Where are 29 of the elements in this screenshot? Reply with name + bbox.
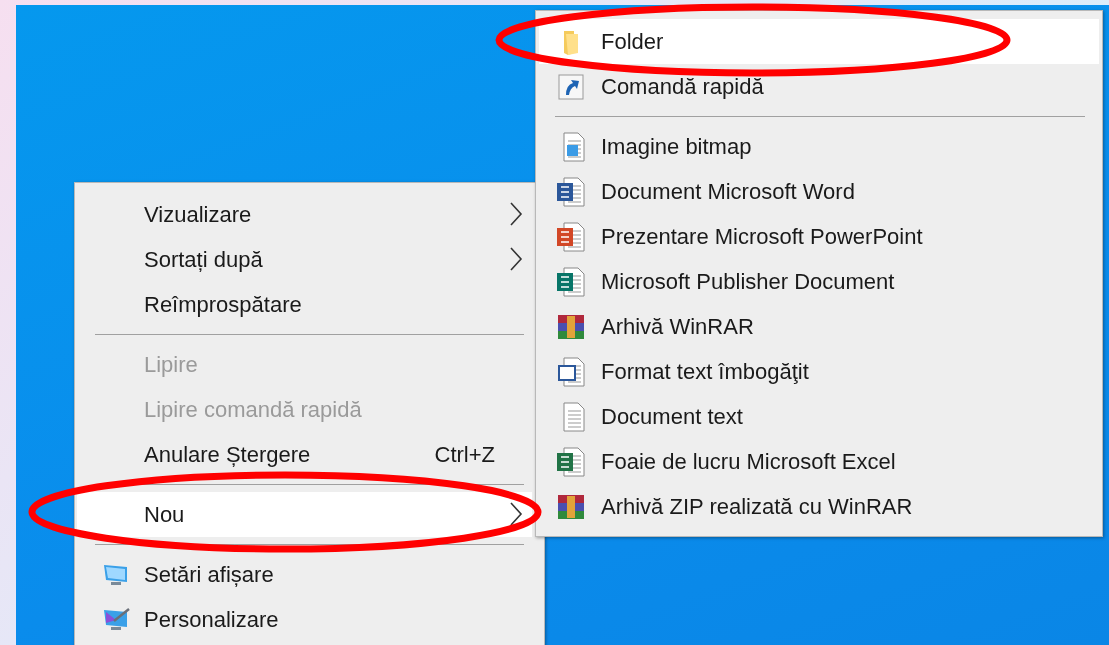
menu-item[interactable]: Arhivă ZIP realizată cu WinRAR: [539, 484, 1099, 529]
menu-item[interactable]: Nou: [77, 492, 532, 537]
menu-item[interactable]: Imagine bitmap: [539, 124, 1099, 169]
menu-item[interactable]: Folder: [539, 19, 1099, 64]
menu-item[interactable]: Personalizare: [77, 597, 532, 642]
menu-item[interactable]: Prezentare Microsoft PowerPoint: [539, 214, 1099, 259]
chevron-right-icon: [509, 246, 523, 272]
menu-item[interactable]: Document Microsoft Word: [539, 169, 1099, 214]
menu-item[interactable]: Arhivă WinRAR: [539, 304, 1099, 349]
rich-text-document-icon: [557, 356, 585, 387]
powerpoint-document-icon: [557, 221, 585, 252]
menu-item[interactable]: Sortați după: [77, 237, 532, 282]
archive-books-icon: [557, 312, 585, 341]
menu-item[interactable]: Anulare Ștergere Ctrl+Z: [77, 432, 532, 477]
menu-item[interactable]: Reîmprospătare: [77, 282, 532, 327]
menu-item[interactable]: Setări afișare: [77, 552, 532, 597]
chevron-right-icon: [509, 501, 523, 527]
archive-books-icon: [557, 492, 585, 521]
chevron-right-icon: [509, 201, 523, 227]
word-document-icon: [557, 176, 585, 207]
monitor-brush-icon: [101, 606, 130, 633]
menu-item[interactable]: Document text: [539, 394, 1099, 439]
publisher-document-icon: [557, 266, 585, 297]
menu-item[interactable]: Vizualizare: [77, 192, 532, 237]
menu-item[interactable]: Comandă rapidă: [539, 64, 1099, 109]
menu-item[interactable]: Microsoft Publisher Document: [539, 259, 1099, 304]
menu-item[interactable]: Format text îmbogăţit: [539, 349, 1099, 394]
spreadsheet-document-icon: [557, 446, 585, 477]
menu-item[interactable]: Foaie de lucru Microsoft Excel: [539, 439, 1099, 484]
